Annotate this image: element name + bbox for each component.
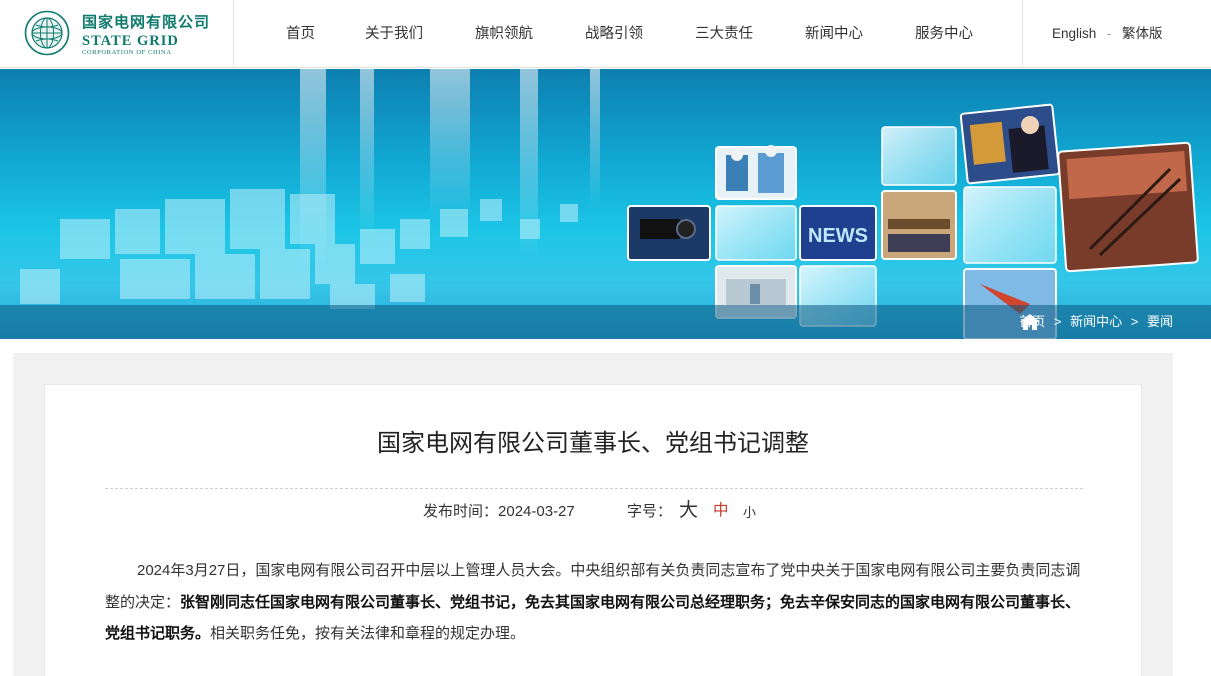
- nav-item-service-center[interactable]: 服务中心: [915, 24, 973, 44]
- breadcrumb-bar: 首页 > 新闻中心 > 要闻: [0, 305, 1211, 339]
- publish-label: 发布时间：: [423, 503, 499, 520]
- lang-separator: -: [1107, 26, 1112, 41]
- header-divider-right: [1022, 0, 1023, 68]
- font-size-small-button[interactable]: 小: [743, 501, 756, 525]
- breadcrumb: 首页 > 新闻中心 > 要闻: [1019, 313, 1173, 331]
- news-tile-text: NEWS: [808, 225, 868, 247]
- logo-name-en: STATE GRID: [82, 33, 179, 49]
- breadcrumb-current-page[interactable]: 要闻: [1147, 313, 1173, 331]
- nav-item-strategy[interactable]: 战略引领: [585, 24, 643, 44]
- logo-name-en-sub: CORPORATION OF CHINA: [82, 49, 172, 56]
- nav-item-party-leadership[interactable]: 旗帜领航: [475, 24, 533, 44]
- light-ray: [430, 69, 470, 219]
- logo-wordmark: 国家电网有限公司 STATE GRID CORPORATION OF CHINA: [82, 14, 222, 57]
- font-size-label: 字号：: [627, 503, 673, 520]
- light-ray: [360, 69, 374, 239]
- paragraph-tail: 相关职务任免，按有关法律和章程的规定办理。: [210, 625, 526, 642]
- nav-item-news-center[interactable]: 新闻中心: [805, 24, 863, 44]
- article-card: 国家电网有限公司董事长、党组书记调整 发布时间：2024-03-27 字号： 大…: [44, 384, 1142, 676]
- nav-item-home[interactable]: 首页: [286, 24, 315, 44]
- publish-info: 发布时间：2024-03-27: [423, 501, 575, 523]
- banner-artwork: NEWS: [20, 69, 1199, 339]
- article-title: 国家电网有限公司董事长、党组书记调整: [377, 430, 809, 457]
- site-header: 国家电网有限公司 STATE GRID CORPORATION OF CHINA…: [0, 0, 1211, 68]
- tile-blank: [881, 126, 957, 186]
- photo-tiles: NEWS: [627, 103, 1199, 339]
- title-divider: [105, 488, 1083, 489]
- publish-date: 2024-03-27: [498, 503, 575, 520]
- tile-blank: [963, 186, 1057, 264]
- header-divider-left: [233, 0, 234, 68]
- nav-item-about[interactable]: 关于我们: [365, 24, 423, 44]
- tile-blank: [715, 205, 797, 261]
- breadcrumb-news-center-link[interactable]: 新闻中心: [1070, 313, 1122, 331]
- breadcrumb-separator: >: [1130, 314, 1139, 329]
- light-ray: [590, 69, 600, 209]
- font-size-medium-button[interactable]: 中: [713, 499, 729, 523]
- page-banner: NEWS 首页 >: [0, 69, 1211, 339]
- breadcrumb-separator: >: [1053, 314, 1062, 329]
- nav-item-responsibility[interactable]: 三大责任: [695, 24, 753, 44]
- font-size-large-button[interactable]: 大: [679, 499, 698, 523]
- article-paragraph: 2024年3月27日，国家电网有限公司召开中层以上管理人员大会。中央组织部有关负…: [105, 555, 1085, 650]
- map-blocks: [20, 189, 578, 309]
- state-grid-emblem-icon: [24, 10, 70, 56]
- logo-name-cn: 国家电网有限公司: [82, 14, 211, 31]
- state-grid-logo[interactable]: 国家电网有限公司 STATE GRID CORPORATION OF CHINA: [24, 10, 224, 56]
- lang-english-link[interactable]: English: [1052, 24, 1096, 44]
- home-icon[interactable]: [1019, 313, 1041, 331]
- lang-traditional-link[interactable]: 繁体版: [1122, 24, 1163, 44]
